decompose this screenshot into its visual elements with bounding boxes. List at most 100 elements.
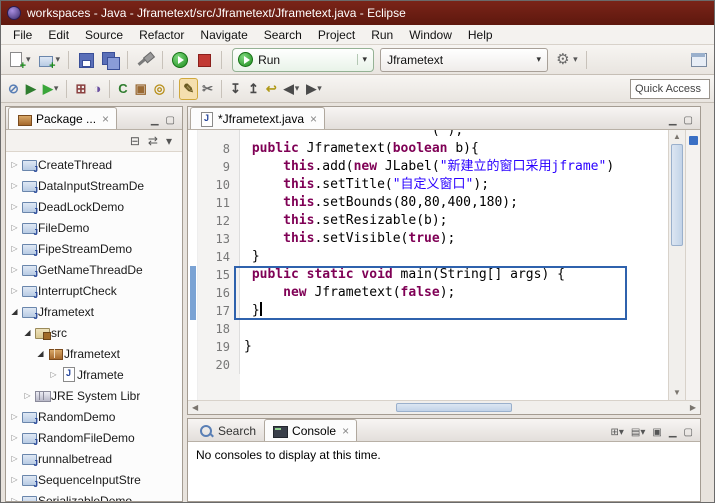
- last-edit-location-button[interactable]: ↩: [263, 78, 280, 100]
- new-wizard-button[interactable]: ▾: [5, 48, 33, 72]
- code-area[interactable]: (");8 public Jframetext(boolean b){9 thi…: [198, 130, 668, 400]
- launch-config-select[interactable]: Jframetext▾: [380, 48, 548, 72]
- expand-arrow-icon[interactable]: ▷: [8, 160, 21, 169]
- back-button[interactable]: ◀▾: [281, 78, 303, 100]
- scroll-down-icon[interactable]: ▼: [673, 386, 681, 400]
- code-line-8[interactable]: 8 public Jframetext(boolean b){: [198, 140, 668, 158]
- scroll-right-icon[interactable]: ▶: [686, 404, 700, 412]
- menu-refactor[interactable]: Refactor: [131, 26, 192, 44]
- tree-item-datainputstreamde[interactable]: ▷DataInputStreamDe: [6, 175, 182, 196]
- open-perspective-button[interactable]: [688, 48, 710, 72]
- tree-item-randomdemo[interactable]: ▷RandomDemo: [6, 406, 182, 427]
- vertical-scroll-track[interactable]: [669, 144, 685, 386]
- tree-item-deadlockdemo[interactable]: ▷DeadLockDemo: [6, 196, 182, 217]
- run-last-launched-button[interactable]: ▶▾: [40, 78, 62, 100]
- tree-item-src[interactable]: ◢src: [6, 322, 182, 343]
- menu-run[interactable]: Run: [363, 26, 401, 44]
- tree-item-runnalbetread[interactable]: ▷runnalbetread: [6, 448, 182, 469]
- previous-annotation-button[interactable]: ↥: [245, 78, 262, 100]
- code-line-19[interactable]: 19}: [198, 338, 668, 356]
- minimize-editor-icon[interactable]: ▁: [667, 115, 679, 126]
- maximize-view-icon[interactable]: ▢: [164, 115, 177, 126]
- code-line-17[interactable]: 17 }: [198, 302, 668, 320]
- editor-tab[interactable]: *Jframetext.java ×: [190, 107, 325, 129]
- tree-item-jre-system-libr[interactable]: ▷JRE System Libr: [6, 385, 182, 406]
- overview-marker[interactable]: [689, 136, 698, 145]
- new-java-package-button[interactable]: ▣: [132, 78, 150, 100]
- run-dropdown-arrow-icon[interactable]: ▾: [357, 54, 368, 65]
- new-java-project-button[interactable]: ▾: [35, 48, 63, 72]
- code-line-9[interactable]: 9 this.add(new JLabel("新建立的窗口采用jframe"): [198, 158, 668, 176]
- tree-item-randomfiledemo[interactable]: ▷RandomFileDemo: [6, 427, 182, 448]
- run-button[interactable]: Run▾: [232, 48, 374, 72]
- code-line-12[interactable]: 12 this.setResizable(b);: [198, 212, 668, 230]
- expand-arrow-icon[interactable]: ▷: [8, 412, 21, 421]
- menu-search[interactable]: Search: [256, 26, 310, 44]
- tree-item-jframetext[interactable]: ◢Jframetext: [6, 301, 182, 322]
- open-console-icon[interactable]: ⊞▾: [609, 427, 626, 438]
- launch-settings-button[interactable]: ▾: [552, 48, 580, 72]
- expand-arrow-icon[interactable]: ▷: [8, 475, 21, 484]
- code-line-18[interactable]: 18: [198, 320, 668, 338]
- externalize-strings-button[interactable]: ✂: [199, 78, 216, 100]
- collapse-arrow-icon[interactable]: ◢: [34, 349, 47, 358]
- terminate-button[interactable]: [193, 48, 215, 72]
- scroll-left-icon[interactable]: ◀: [188, 404, 202, 412]
- forward-button[interactable]: ▶▾: [303, 78, 325, 100]
- menu-navigate[interactable]: Navigate: [192, 26, 255, 44]
- save-button[interactable]: [75, 48, 97, 72]
- new-java-class-button[interactable]: C: [115, 78, 130, 100]
- code-line-15[interactable]: 15 public static void main(String[] args…: [198, 266, 668, 284]
- editor-horizontal-scrollbar[interactable]: ◀ ▶: [188, 400, 700, 414]
- tree-item-createthread[interactable]: ▷CreateThread: [6, 154, 182, 175]
- save-all-button[interactable]: [99, 48, 121, 72]
- code-line[interactable]: (");: [198, 130, 668, 140]
- expand-arrow-icon[interactable]: ▷: [8, 496, 21, 501]
- menu-edit[interactable]: Edit: [40, 26, 77, 44]
- code-line-14[interactable]: 14 }: [198, 248, 668, 266]
- quick-access-box[interactable]: Quick Access: [630, 79, 710, 99]
- horizontal-scroll-thumb[interactable]: [396, 403, 512, 412]
- collapse-all-icon[interactable]: ⊟: [128, 134, 142, 148]
- expand-arrow-icon[interactable]: ▷: [47, 370, 60, 379]
- skip-all-breakpoints-button[interactable]: ⊘: [5, 78, 22, 100]
- package-explorer-tab[interactable]: Package ... ×: [8, 107, 117, 129]
- tree-item-filedemo[interactable]: ▷FileDemo: [6, 217, 182, 238]
- display-selected-console-icon[interactable]: ▤▾: [629, 427, 647, 438]
- menu-source[interactable]: Source: [77, 26, 131, 44]
- scroll-up-icon[interactable]: ▲: [673, 130, 681, 144]
- collapse-arrow-icon[interactable]: ◢: [21, 328, 34, 337]
- code-line-16[interactable]: 16 new Jframetext(false);: [198, 284, 668, 302]
- search-view-tab[interactable]: Search: [190, 419, 264, 441]
- config-dropdown-arrow-icon[interactable]: ▾: [537, 54, 542, 65]
- maximize-panel-icon[interactable]: ▢: [682, 427, 695, 438]
- run-external-tools-button[interactable]: [169, 48, 191, 72]
- tree-item-interruptcheck[interactable]: ▷InterruptCheck: [6, 280, 182, 301]
- next-annotation-button[interactable]: ↧: [227, 78, 244, 100]
- expand-arrow-icon[interactable]: ▷: [8, 181, 21, 190]
- code-line-13[interactable]: 13 this.setVisible(true);: [198, 230, 668, 248]
- expand-arrow-icon[interactable]: ▷: [8, 202, 21, 211]
- build-all-button[interactable]: [134, 48, 156, 72]
- tree-item-fipestreamdemo[interactable]: ▷FipeStreamDemo: [6, 238, 182, 259]
- link-with-editor-icon[interactable]: ⇄: [146, 134, 160, 148]
- minimize-panel-icon[interactable]: ▁: [667, 427, 679, 438]
- maximize-editor-icon[interactable]: ▢: [682, 115, 695, 126]
- menu-project[interactable]: Project: [310, 26, 363, 44]
- code-line-11[interactable]: 11 this.setBounds(80,80,400,180);: [198, 194, 668, 212]
- expand-arrow-icon[interactable]: ▷: [8, 244, 21, 253]
- tree-item-jframetext[interactable]: ◢Jframetext: [6, 343, 182, 364]
- close-editor-icon[interactable]: ×: [310, 113, 317, 125]
- close-view-icon[interactable]: ×: [102, 113, 109, 125]
- expand-arrow-icon[interactable]: ▷: [8, 265, 21, 274]
- mark-occurrences-button[interactable]: ✎: [179, 78, 198, 100]
- coverage-button[interactable]: ⊞: [72, 78, 89, 100]
- profile-button[interactable]: ◑: [90, 78, 104, 100]
- collapse-arrow-icon[interactable]: ◢: [8, 307, 21, 316]
- horizontal-scroll-track[interactable]: [202, 401, 686, 414]
- expand-arrow-icon[interactable]: ▷: [8, 286, 21, 295]
- expand-arrow-icon[interactable]: ▷: [8, 223, 21, 232]
- open-type-button[interactable]: ◎: [151, 78, 168, 100]
- minimize-view-icon[interactable]: ▁: [149, 115, 161, 126]
- close-console-icon[interactable]: ×: [342, 425, 349, 437]
